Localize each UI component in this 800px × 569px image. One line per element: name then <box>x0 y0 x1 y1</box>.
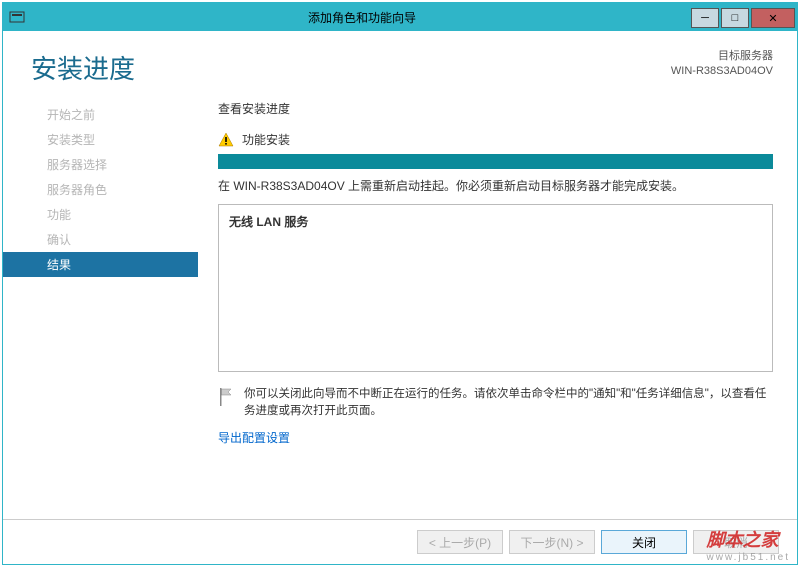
export-config-link[interactable]: 导出配置设置 <box>218 429 773 446</box>
cancel-button: 取消 <box>693 530 779 554</box>
page-title: 安装进度 <box>31 49 671 86</box>
body-row: 开始之前 安装类型 服务器选择 服务器角色 功能 确认 结果 查看安装进度 功能… <box>3 96 797 519</box>
minimize-button[interactable]: ─ <box>691 8 719 28</box>
info-text: 你可以关闭此向导而不中断正在运行的任务。请依次单击命令栏中的"通知"和"任务详细… <box>244 386 773 421</box>
target-name: WIN-R38S3AD04OV <box>671 64 773 79</box>
install-label: 功能安装 <box>242 131 290 148</box>
target-server-info: 目标服务器 WIN-R38S3AD04OV <box>671 49 773 80</box>
titlebar: 添加角色和功能向导 ─ □ ✕ <box>3 3 797 31</box>
install-row: 功能安装 <box>218 131 773 148</box>
app-icon <box>9 9 25 25</box>
header-row: 安装进度 目标服务器 WIN-R38S3AD04OV <box>3 31 797 96</box>
content-area: 安装进度 目标服务器 WIN-R38S3AD04OV 开始之前 安装类型 服务器… <box>3 31 797 564</box>
sidebar-item-server-roles: 服务器角色 <box>3 177 198 202</box>
close-window-button[interactable]: ✕ <box>751 8 795 28</box>
section-label: 查看安装进度 <box>218 100 773 117</box>
next-button: 下一步(N) > <box>509 530 595 554</box>
info-row: 你可以关闭此向导而不中断正在运行的任务。请依次单击命令栏中的"通知"和"任务详细… <box>218 386 773 421</box>
sidebar-item-type: 安装类型 <box>3 127 198 152</box>
window-controls: ─ □ ✕ <box>691 6 797 28</box>
main-panel: 查看安装进度 功能安装 在 WIN-R38S3AD04OV 上需重新启动挂起。你… <box>198 96 779 519</box>
wizard-sidebar: 开始之前 安装类型 服务器选择 服务器角色 功能 确认 结果 <box>3 96 198 519</box>
close-button[interactable]: 关闭 <box>601 530 687 554</box>
sidebar-item-confirm: 确认 <box>3 227 198 252</box>
status-text: 在 WIN-R38S3AD04OV 上需重新启动挂起。你必须重新启动目标服务器才… <box>218 177 773 194</box>
sidebar-item-before: 开始之前 <box>3 102 198 127</box>
sidebar-item-results[interactable]: 结果 <box>3 252 198 277</box>
feature-item: 无线 LAN 服务 <box>229 215 308 229</box>
footer-buttons: < 上一步(P) 下一步(N) > 关闭 取消 <box>3 519 797 564</box>
flag-icon <box>218 388 234 406</box>
progress-bar <box>218 154 773 169</box>
warning-icon <box>218 132 234 148</box>
sidebar-item-server-select: 服务器选择 <box>3 152 198 177</box>
target-label: 目标服务器 <box>671 49 773 64</box>
sidebar-item-features: 功能 <box>3 202 198 227</box>
feature-list-box: 无线 LAN 服务 <box>218 204 773 372</box>
window-title: 添加角色和功能向导 <box>33 9 691 26</box>
previous-button: < 上一步(P) <box>417 530 503 554</box>
maximize-button[interactable]: □ <box>721 8 749 28</box>
wizard-window: 添加角色和功能向导 ─ □ ✕ 安装进度 目标服务器 WIN-R38S3AD04… <box>2 2 798 565</box>
